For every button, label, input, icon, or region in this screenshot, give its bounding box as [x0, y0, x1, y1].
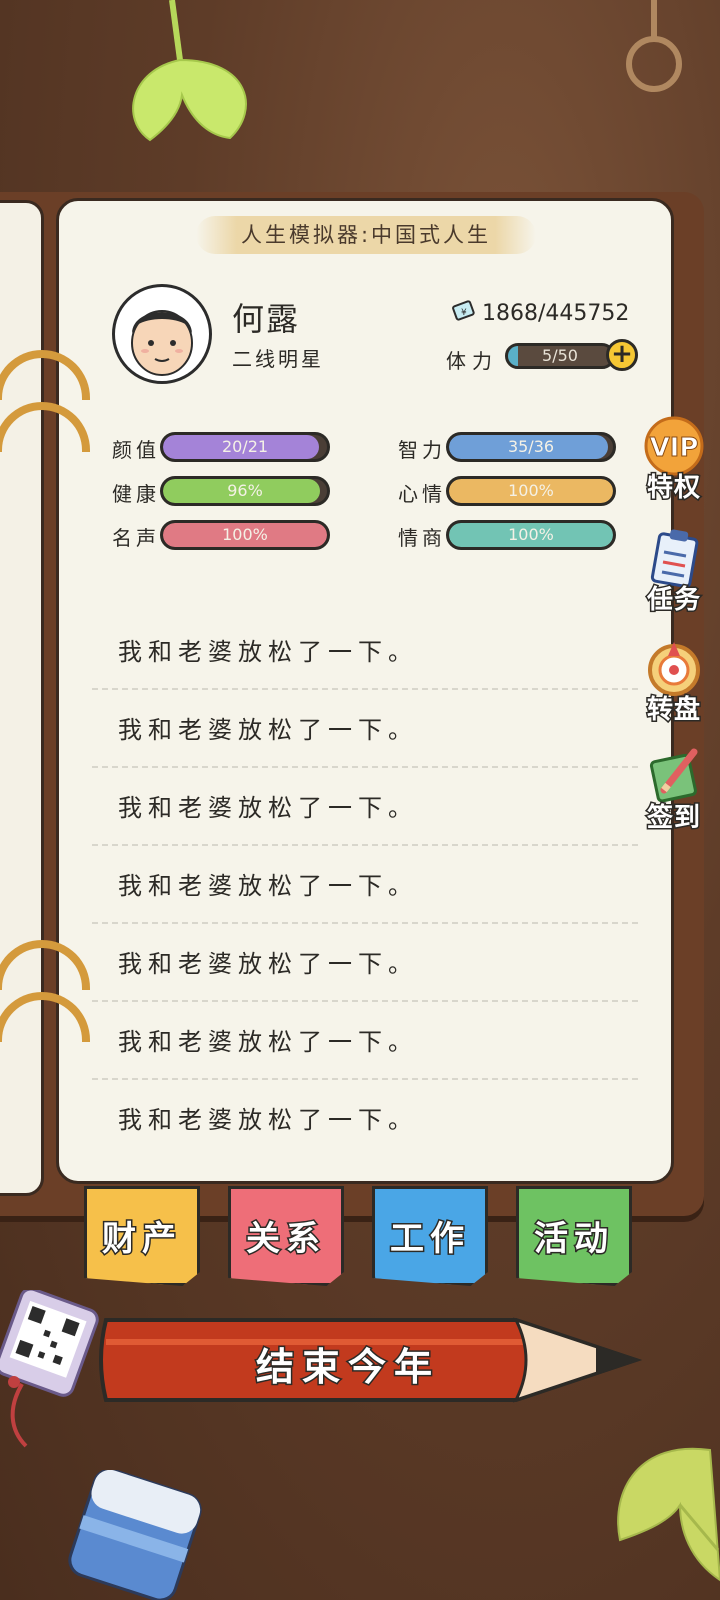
tab-relationships-label: 关系: [245, 1218, 326, 1261]
tab-activities[interactable]: 活动: [516, 1186, 632, 1286]
diary-entry-text: 我和老婆放松了一下。: [118, 638, 418, 666]
add-stamina-button[interactable]: +: [606, 339, 638, 371]
stat-label-intelligence: 智力: [398, 438, 446, 462]
stat-bar-appearance: 20/21: [160, 432, 330, 462]
lucky-wheel-button[interactable]: 转盘: [636, 638, 712, 727]
diary-entry-text: 我和老婆放松了一下。: [118, 716, 418, 744]
tasks-button[interactable]: 任务: [636, 528, 712, 617]
diary-entry-text: 我和老婆放松了一下。: [118, 950, 418, 978]
face-icon: [131, 310, 193, 376]
stat-value: 100%: [508, 525, 554, 544]
diary-entry: 我和老婆放松了一下。: [92, 610, 638, 690]
tasks-label: 任务: [645, 584, 701, 617]
vip-privilege-label: 特权: [645, 472, 701, 505]
diary-entry: 我和老婆放松了一下。: [92, 766, 638, 846]
tab-work[interactable]: 工作: [372, 1186, 488, 1286]
stat-bar-eq: 100%: [446, 520, 616, 550]
stat-value: 100%: [508, 481, 554, 500]
tab-work-label: 工作: [389, 1218, 470, 1261]
game-title: 人生模拟器:中国式人生: [196, 216, 536, 254]
diary-entry: 我和老婆放松了一下。: [92, 1000, 638, 1080]
stat-value: 35/36: [507, 437, 555, 456]
money-amount: 1868/445752: [482, 301, 630, 326]
money-icon: ¥: [452, 300, 475, 321]
tab-activities-label: 活动: [533, 1218, 614, 1261]
tab-assets-label: 财产: [101, 1218, 182, 1261]
stat-bar-mood: 100%: [446, 476, 616, 506]
vip-privilege-button[interactable]: VIP 特权: [636, 416, 712, 505]
avatar[interactable]: [112, 284, 212, 384]
stat-label-appearance: 颜值: [112, 438, 160, 462]
stat-bar-intelligence: 35/36: [446, 432, 616, 462]
diary-entry: 我和老婆放松了一下。: [92, 844, 638, 924]
svg-text:¥: ¥: [461, 308, 467, 318]
diary-entry-text: 我和老婆放松了一下。: [118, 1028, 418, 1056]
stat-value: 96%: [227, 481, 263, 500]
diary-entry-text: 我和老婆放松了一下。: [118, 1106, 418, 1134]
ginkgo-leaf-decoration: [132, 0, 247, 142]
diary-entry: 我和老婆放松了一下。: [92, 1078, 638, 1156]
tab-assets[interactable]: 财产: [84, 1186, 200, 1286]
hanging-ring-decoration: [626, 36, 682, 92]
end-year-label: 结束今年: [254, 1344, 440, 1391]
diary-entry-text: 我和老婆放松了一下。: [118, 794, 418, 822]
character-name: 何露: [232, 300, 301, 338]
diary-entry: 我和老婆放松了一下。: [92, 688, 638, 768]
tab-relationships[interactable]: 关系: [228, 1186, 344, 1286]
character-job: 二线明星: [232, 347, 324, 371]
eraser-decoration: [68, 1470, 202, 1600]
stat-label-health: 健康: [112, 482, 160, 506]
stat-value: 20/21: [221, 437, 269, 456]
vip-badge-text: VIP: [650, 433, 699, 463]
stat-label-eq: 情商: [398, 526, 446, 550]
lucky-wheel-label: 转盘: [645, 694, 701, 727]
stamina-label: 体力: [446, 349, 498, 373]
stat-label-mood: 心情: [398, 482, 446, 506]
stat-label-fame: 名声: [112, 526, 160, 550]
stat-bar-health: 96%: [160, 476, 330, 506]
hanging-ring-stem: [651, 0, 657, 40]
qr-code-tag[interactable]: [0, 1290, 100, 1450]
check-in-button[interactable]: 签到: [636, 746, 712, 835]
stat-bar-fame: 100%: [160, 520, 330, 550]
stat-value: 100%: [222, 525, 268, 544]
check-in-label: 签到: [645, 802, 701, 835]
diary-entry-text: 我和老婆放松了一下。: [118, 872, 418, 900]
diary-entry: 我和老婆放松了一下。: [92, 922, 638, 1002]
stamina-value: 5/50: [542, 346, 578, 365]
ginkgo-leaf-decoration: [617, 1447, 720, 1582]
stamina-bar: 5/50: [505, 343, 615, 369]
